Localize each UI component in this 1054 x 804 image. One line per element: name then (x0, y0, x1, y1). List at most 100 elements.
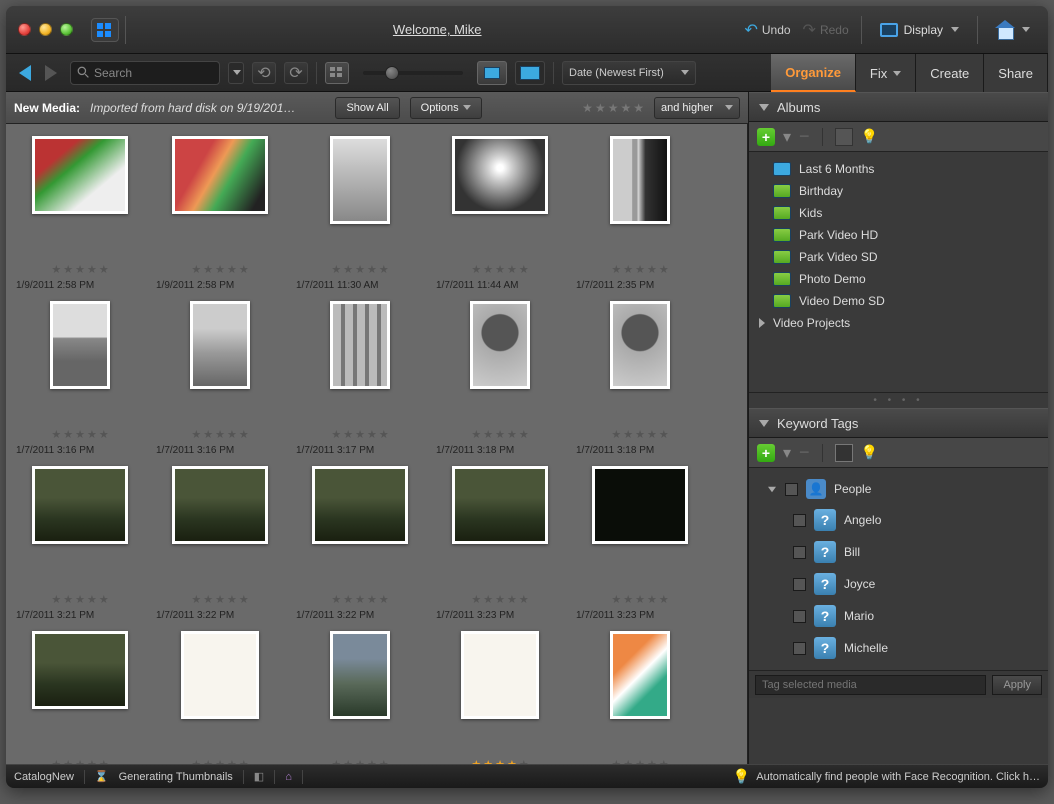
add-album-button[interactable]: + (757, 128, 775, 146)
photo-cell[interactable]: ★★★★★1/7/2011 3:22 PM (290, 458, 430, 623)
display-dropdown[interactable]: Display (874, 20, 965, 40)
photo-thumbnail[interactable] (592, 466, 688, 544)
organizer-icon-button[interactable] (91, 18, 119, 42)
photo-thumbnail[interactable] (32, 136, 128, 214)
home-dropdown[interactable] (990, 19, 1036, 41)
checkbox[interactable] (793, 642, 806, 655)
tag-item[interactable]: ?Michelle (749, 632, 1048, 664)
checkbox[interactable] (793, 546, 806, 559)
grid-view-button[interactable] (325, 62, 349, 84)
album-item[interactable]: Photo Demo (749, 268, 1048, 290)
tip-icon[interactable]: 💡 (861, 444, 878, 461)
album-item[interactable]: Video Projects (749, 312, 1048, 334)
undo-button[interactable]: ↶ Undo (744, 20, 790, 40)
tip-icon[interactable]: 💡 (861, 128, 878, 145)
rotate-cw-button[interactable]: ⟳ (284, 62, 308, 84)
tags-panel-header[interactable]: Keyword Tags (749, 408, 1048, 438)
minimize-window-button[interactable] (39, 23, 52, 36)
rating-stars[interactable]: ★★★★★ (51, 428, 108, 441)
tag-item[interactable]: ?Bill (749, 536, 1048, 568)
photo-thumbnail[interactable] (610, 136, 670, 224)
photo-cell[interactable]: ★★★★★1/7/2011 2:35 PM (570, 128, 710, 293)
photo-cell[interactable]: ★★★★★1/9/2011 2:58 PM (150, 128, 290, 293)
album-item[interactable]: Birthday (749, 180, 1048, 202)
photo-cell[interactable]: ★★★★★1/7/2011 3:21 PM (10, 458, 150, 623)
tab-create[interactable]: Create (916, 54, 984, 92)
albums-panel-header[interactable]: Albums (749, 92, 1048, 122)
edit-album-button[interactable] (835, 128, 853, 146)
photo-thumbnail[interactable] (452, 466, 548, 544)
checkbox[interactable] (793, 610, 806, 623)
photo-thumbnail[interactable] (330, 631, 390, 719)
checkbox[interactable] (793, 578, 806, 591)
thumbnail-grid[interactable]: ★★★★★1/9/2011 2:58 PM★★★★★1/9/2011 2:58 … (6, 124, 748, 764)
photo-cell[interactable]: ★★★★★1/7/2011 3:23 PM (430, 458, 570, 623)
rating-stars[interactable]: ★★★★★ (51, 593, 108, 606)
status-tip[interactable]: Automatically find people with Face Reco… (756, 771, 1040, 783)
photo-cell[interactable]: ★★★★★1/5/2011 11:56 AM (290, 623, 430, 764)
nav-back-button[interactable] (14, 63, 36, 83)
album-item[interactable]: Kids (749, 202, 1048, 224)
remove-album-button[interactable]: − (799, 126, 810, 147)
photo-cell[interactable]: ★★★★★1/7/2011 3:23 PM (570, 458, 710, 623)
photo-thumbnail[interactable] (32, 631, 128, 709)
rating-stars[interactable]: ★★★★★ (331, 593, 388, 606)
remove-tag-button[interactable]: − (799, 442, 810, 463)
album-item[interactable]: Video Demo SD (749, 290, 1048, 312)
welcome-link[interactable]: Welcome, Mike (130, 22, 744, 37)
rating-stars[interactable]: ★★★★★ (331, 428, 388, 441)
options-dropdown[interactable]: Options (410, 97, 482, 119)
rating-stars[interactable]: ★★★★★ (191, 593, 248, 606)
rating-stars[interactable]: ★★★★★ (51, 263, 108, 276)
photo-thumbnail[interactable] (452, 136, 548, 214)
rating-stars[interactable]: ★★★★★ (471, 428, 528, 441)
people-view-button[interactable] (835, 444, 853, 462)
rating-stars[interactable]: ★★★★★ (471, 263, 528, 276)
checkbox[interactable] (785, 483, 798, 496)
sort-dropdown[interactable]: Date (Newest First) (562, 61, 696, 85)
rating-stars[interactable]: ★★★★★ (191, 428, 248, 441)
tab-share[interactable]: Share (984, 54, 1048, 92)
album-item[interactable]: Park Video HD (749, 224, 1048, 246)
album-item[interactable]: Park Video SD (749, 246, 1048, 268)
photo-cell[interactable]: ★★★★★1/5/2011 4:49 PM (430, 623, 570, 764)
nav-forward-button[interactable] (40, 63, 62, 83)
zoom-window-button[interactable] (60, 23, 73, 36)
photo-thumbnail[interactable] (32, 466, 128, 544)
tab-organize[interactable]: Organize (771, 54, 856, 92)
photo-thumbnail[interactable] (172, 136, 268, 214)
search-input[interactable]: Search (70, 61, 220, 85)
add-tag-button[interactable]: + (757, 444, 775, 462)
photo-cell[interactable]: ★★★★★1/7/2011 3:17 PM (290, 293, 430, 458)
show-all-button[interactable]: Show All (335, 97, 399, 119)
photo-thumbnail[interactable] (181, 631, 259, 719)
photo-cell[interactable]: ★★★★★1/7/2011 3:16 PM (150, 293, 290, 458)
rating-stars[interactable]: ★★★★★ (331, 263, 388, 276)
photo-cell[interactable]: ★★★★★1/7/2011 3:22 PM (150, 458, 290, 623)
tag-input[interactable] (755, 675, 986, 695)
photo-thumbnail[interactable] (610, 301, 670, 389)
album-item[interactable]: Last 6 Months (749, 158, 1048, 180)
rating-stars[interactable]: ★★★★★ (471, 593, 528, 606)
apply-tag-button[interactable]: Apply (992, 675, 1042, 695)
search-dropdown[interactable] (228, 62, 244, 84)
rating-stars[interactable]: ★★★★★ (191, 263, 248, 276)
photo-cell[interactable]: ★★★★★1/9/2011 2:58 PM (10, 128, 150, 293)
photo-cell[interactable]: ★★★★★1/1/2011 3:42 PM (570, 623, 710, 764)
rating-stars[interactable]: ★★★★★ (611, 593, 668, 606)
rating-stars[interactable]: ★★★★★ (611, 263, 668, 276)
tab-fix[interactable]: Fix (856, 54, 916, 92)
thumbnail-size-slider[interactable] (363, 71, 463, 75)
photo-thumbnail[interactable] (172, 466, 268, 544)
close-window-button[interactable] (18, 23, 31, 36)
rotate-ccw-button[interactable]: ⟲ (252, 62, 276, 84)
photo-thumbnail[interactable] (461, 631, 539, 719)
panel-splitter[interactable]: • • • • (749, 392, 1048, 408)
checkbox[interactable] (793, 514, 806, 527)
photo-cell[interactable]: ★★★★★1/7/2011 3:23 PM (10, 623, 150, 764)
photo-thumbnail[interactable] (470, 301, 530, 389)
photo-cell[interactable]: ★★★★★1/7/2011 3:18 PM (570, 293, 710, 458)
redo-button[interactable]: ↷ Redo (803, 20, 849, 40)
rating-filter[interactable]: ★★★★★ (582, 101, 644, 115)
rating-mode-dropdown[interactable]: and higher (654, 97, 740, 119)
